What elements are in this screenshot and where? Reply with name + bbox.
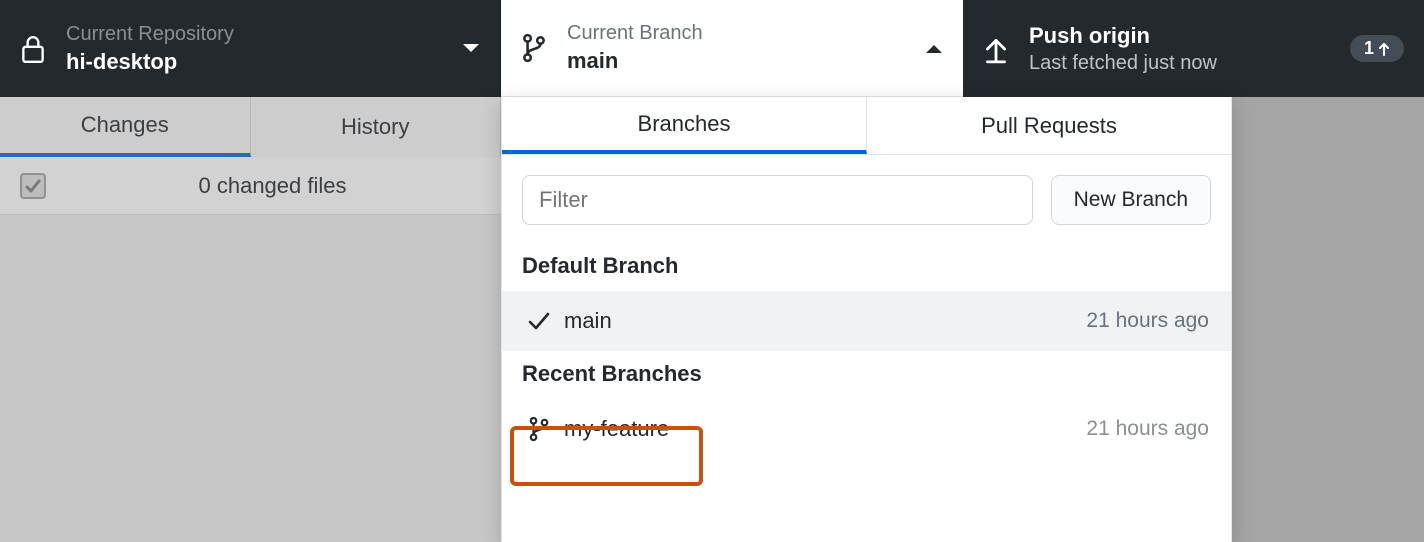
push-label: Push origin [1029,21,1350,51]
branch-selector[interactable]: Current Branch main [501,0,963,97]
chevron-down-icon [462,43,480,55]
git-branch-icon [524,416,554,442]
branch-item-name: main [554,308,1086,334]
push-up-icon [983,34,1009,64]
repo-name: hi-desktop [66,47,450,77]
tab-changes[interactable]: Changes [0,97,251,157]
branch-item-name: my-feature [554,416,1086,442]
section-recent-branches: Recent Branches [502,351,1231,399]
push-badge: 1 [1350,35,1404,62]
branch-label: Current Branch [567,20,913,46]
push-badge-count: 1 [1364,38,1374,59]
git-branch-icon [521,33,547,63]
tab-history[interactable]: History [251,97,502,157]
branch-name: main [567,46,913,76]
top-toolbar: Current Repository hi-desktop Current Br… [0,0,1424,97]
branch-dropdown: Branches Pull Requests New Branch Defaul… [501,97,1232,542]
lock-icon [20,34,46,64]
changed-files-row: 0 changed files [0,157,501,215]
select-all-checkbox[interactable] [20,173,46,199]
branch-item-my-feature[interactable]: my-feature 21 hours ago [502,399,1231,459]
branch-item-time: 21 hours ago [1086,309,1209,333]
branch-filter-input[interactable] [522,175,1033,225]
branch-item-main[interactable]: main 21 hours ago [502,291,1231,351]
repo-selector[interactable]: Current Repository hi-desktop [0,0,501,97]
branch-item-time: 21 hours ago [1086,417,1209,441]
repo-label: Current Repository [66,21,450,47]
push-status: Last fetched just now [1029,50,1350,76]
chevron-up-icon [925,42,943,54]
tab-pull-requests[interactable]: Pull Requests [867,97,1231,154]
section-default-branch: Default Branch [502,243,1231,291]
push-origin[interactable]: Push origin Last fetched just now 1 [963,0,1424,97]
tab-branches[interactable]: Branches [502,97,867,154]
new-branch-button[interactable]: New Branch [1051,175,1211,225]
changes-panel: Changes History 0 changed files [0,97,501,542]
check-icon [524,312,554,330]
changed-files-text: 0 changed files [64,173,481,199]
